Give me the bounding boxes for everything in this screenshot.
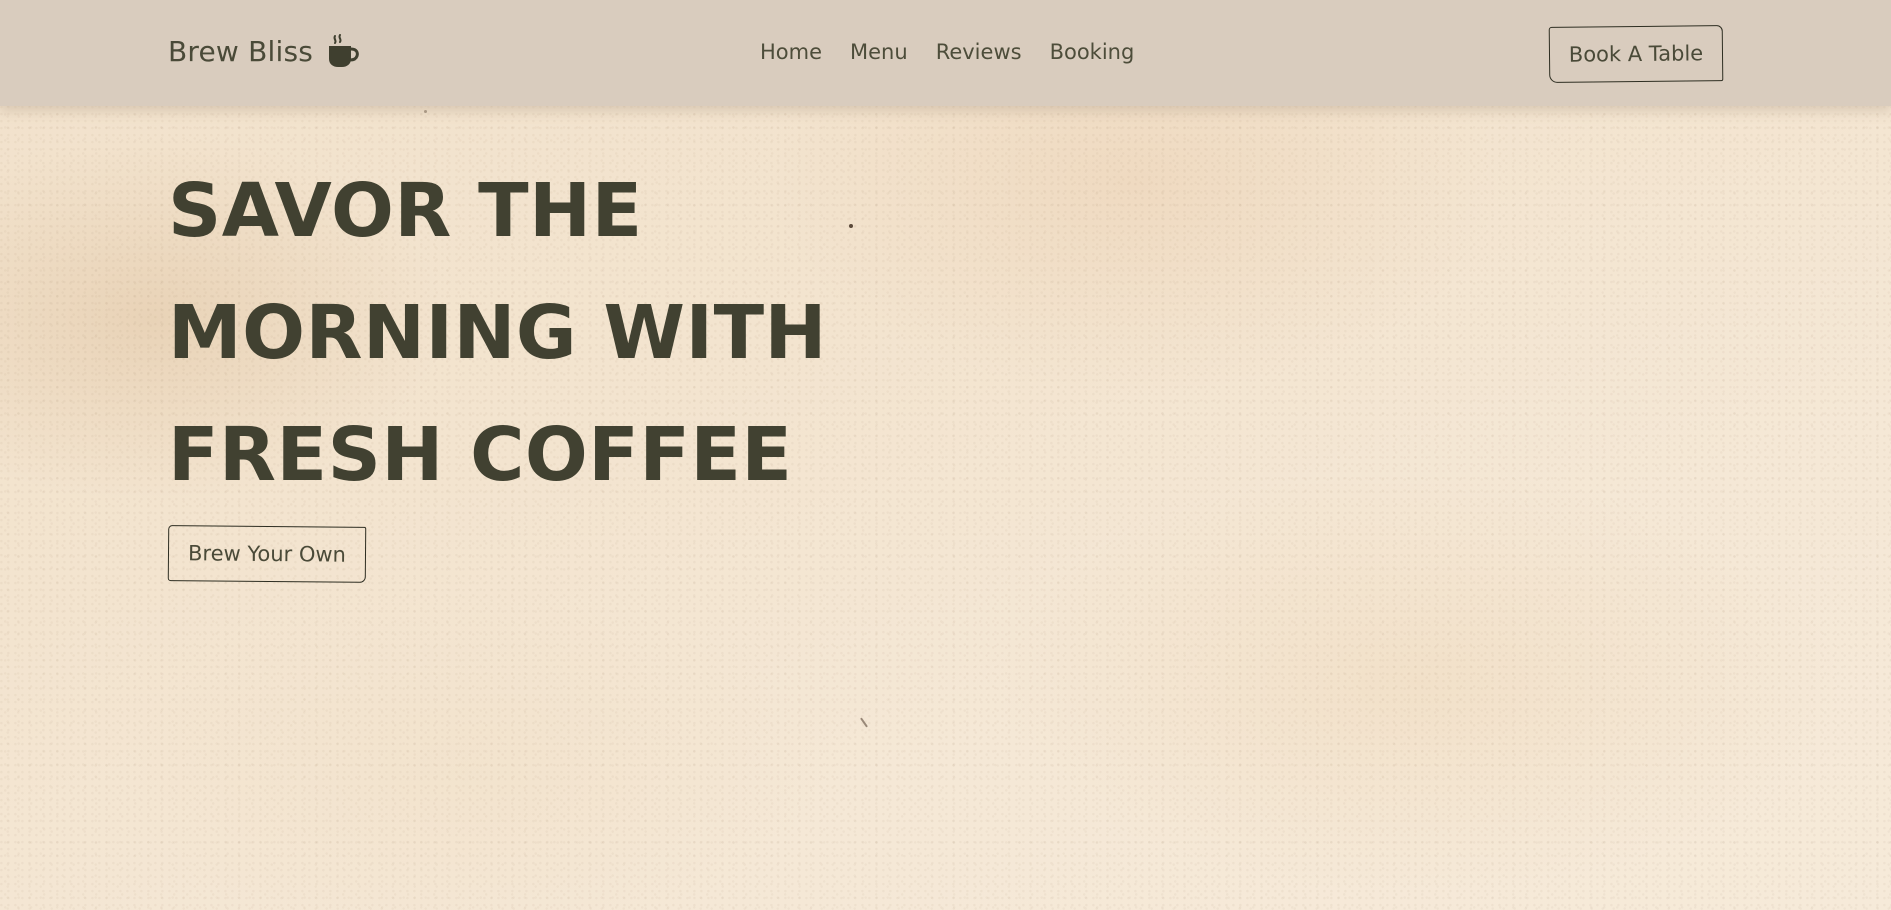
hero-title-line: MORNING WITH bbox=[168, 290, 827, 376]
nav-menu[interactable]: Menu bbox=[850, 40, 908, 64]
main-nav: Home Menu Reviews Booking bbox=[760, 40, 1134, 64]
nav-reviews[interactable]: Reviews bbox=[936, 40, 1022, 64]
hero-title-line: FRESH COFFEE bbox=[168, 412, 793, 498]
book-a-table-button[interactable]: Book A Table bbox=[1548, 25, 1724, 83]
site-header: Brew Bliss Home Menu Reviews Booking Boo… bbox=[0, 0, 1891, 106]
hero-title-line: SAVOR THE bbox=[168, 168, 643, 254]
hero-title: SAVOR THE MORNING WITH FRESH COFFEE bbox=[168, 150, 827, 516]
brew-your-own-button[interactable]: Brew Your Own bbox=[167, 525, 367, 583]
brand-logo[interactable]: Brew Bliss bbox=[168, 34, 359, 68]
background-speck bbox=[860, 717, 868, 728]
coffee-cup-icon bbox=[327, 34, 359, 68]
brand-name: Brew Bliss bbox=[168, 34, 314, 68]
background-speck bbox=[424, 110, 427, 113]
nav-booking[interactable]: Booking bbox=[1050, 40, 1135, 64]
background-speck bbox=[849, 224, 853, 228]
nav-home[interactable]: Home bbox=[760, 40, 822, 64]
